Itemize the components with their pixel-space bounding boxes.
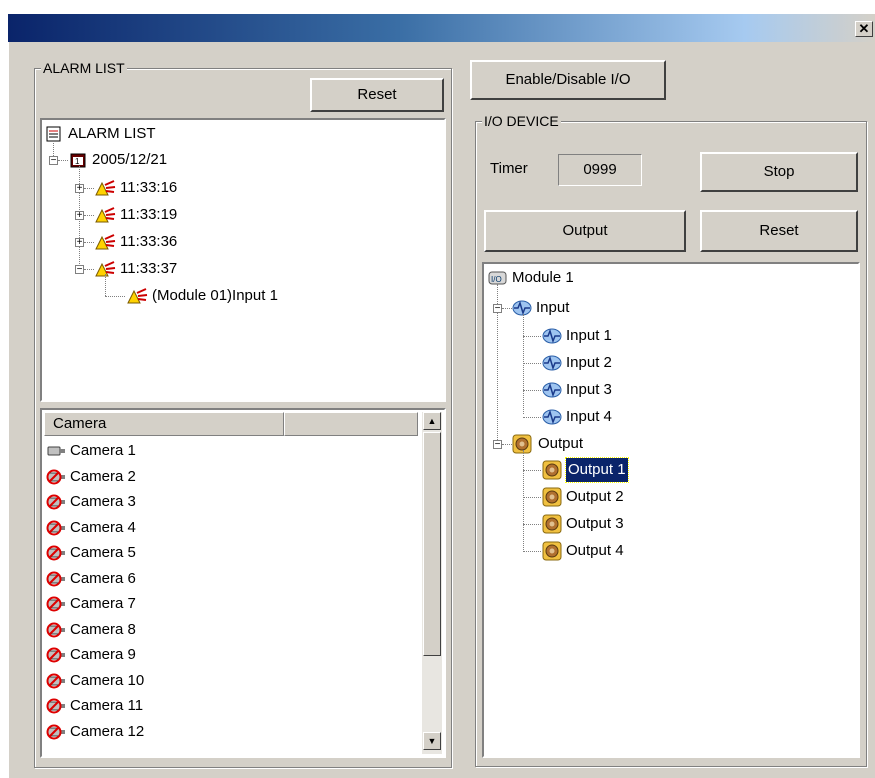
enable-disable-io-button[interactable]: Enable/Disable I/O xyxy=(470,60,666,100)
camera-label: Camera 7 xyxy=(70,595,136,612)
camera-disabled-icon xyxy=(46,647,65,663)
camera-disabled-icon xyxy=(46,545,65,561)
tree-node-label: Output 4 xyxy=(566,542,624,559)
tree-node-label: Input xyxy=(536,299,570,316)
expand-toggle[interactable]: + xyxy=(75,238,84,248)
collapse-toggle[interactable]: − xyxy=(75,265,84,275)
camera-disabled-icon xyxy=(46,698,65,714)
camera-label: Camera 8 xyxy=(70,620,136,638)
tree-node-label: 2005/12/21 xyxy=(92,151,168,168)
tree-node-label: Output 3 xyxy=(566,515,624,532)
alarm-list-group-title: ALARM LIST xyxy=(41,60,127,76)
output-button[interactable]: Output xyxy=(484,210,686,252)
timer-label: Timer xyxy=(490,160,528,177)
camera-disabled-icon xyxy=(46,494,65,510)
tree-node-label: (Module 01)Input 1 xyxy=(152,287,278,304)
camera-label: Camera 5 xyxy=(70,544,136,561)
camera-label: Camera 2 xyxy=(70,467,136,485)
tree-node-label: Output xyxy=(538,435,584,452)
close-button[interactable]: ✕ xyxy=(855,21,873,37)
expand-toggle[interactable]: + xyxy=(75,211,84,221)
camera-label: Camera 10 xyxy=(70,671,145,689)
camera-label: Camera 6 xyxy=(70,569,136,587)
collapse-toggle[interactable]: − xyxy=(49,156,58,166)
camera-list-scrollbar[interactable]: ▲ ▼ xyxy=(422,412,442,754)
scroll-thumb[interactable] xyxy=(423,432,441,656)
signal-icon xyxy=(542,382,562,398)
tree-node-label: 11:33:37 xyxy=(120,260,178,277)
camera-disabled-icon xyxy=(46,520,65,535)
camera-icon xyxy=(47,446,65,456)
tree-node-label: 11:33:16 xyxy=(120,179,178,196)
camera-label: Camera 12 xyxy=(70,722,145,740)
speaker-icon xyxy=(542,460,562,480)
io-module-icon: I/O xyxy=(488,271,507,285)
tree-node-label: Output 2 xyxy=(566,488,624,505)
tree-node-label: ALARM LIST xyxy=(68,125,156,142)
camera-disabled-icon xyxy=(46,673,65,688)
svg-text:1: 1 xyxy=(75,157,80,166)
alarm-reset-button[interactable]: Reset xyxy=(310,78,444,112)
title-bar[interactable]: ✕ xyxy=(8,14,875,42)
speaker-icon xyxy=(542,514,562,534)
signal-icon xyxy=(512,300,532,316)
io-device-group-title: I/O DEVICE xyxy=(482,113,561,129)
tree-node-label: Input 1 xyxy=(566,327,612,344)
tree-node-label: Input 2 xyxy=(566,354,612,371)
tree-node-label: 11:33:19 xyxy=(120,206,178,223)
stop-button[interactable]: Stop xyxy=(700,152,858,192)
camera-list[interactable]: Camera Camera 1 Camera 2 Camera 3 Camera 4 C… xyxy=(40,408,446,758)
camera-label: Camera 11 xyxy=(70,697,144,714)
alarm-icon xyxy=(95,180,116,196)
tree-node-label: Input 4 xyxy=(566,408,612,425)
speaker-icon xyxy=(542,487,562,507)
camera-label: Camera 4 xyxy=(70,518,136,536)
alarm-icon xyxy=(127,288,148,304)
tree-node-label: Input 3 xyxy=(566,381,612,398)
collapse-toggle[interactable]: − xyxy=(493,440,502,450)
signal-icon xyxy=(542,409,562,425)
camera-label: Camera 9 xyxy=(70,646,136,663)
speaker-icon xyxy=(512,434,532,454)
signal-icon xyxy=(542,355,562,371)
io-reset-button[interactable]: Reset xyxy=(700,210,858,252)
tree-node-label: 11:33:36 xyxy=(120,233,178,250)
tree-node-label: Output 1 xyxy=(565,457,629,483)
expand-toggle[interactable]: + xyxy=(75,184,84,194)
scroll-up-button[interactable]: ▲ xyxy=(423,412,441,430)
collapse-toggle[interactable]: − xyxy=(493,304,502,314)
column-header-blank[interactable] xyxy=(284,412,418,436)
alarm-tree[interactable]: ALARM LIST − 1 2005/12/21 + 11:33:16 + 1… xyxy=(40,118,446,402)
calendar-icon: 1 xyxy=(70,153,86,168)
list-icon xyxy=(46,126,61,142)
camera-disabled-icon xyxy=(46,596,65,612)
camera-disabled-icon xyxy=(46,571,65,586)
speaker-icon xyxy=(542,541,562,561)
svg-text:I/O: I/O xyxy=(491,275,502,284)
alarm-icon xyxy=(95,207,116,223)
camera-disabled-icon xyxy=(46,622,65,637)
tree-node-label: Module 1 xyxy=(512,269,574,286)
alarm-icon xyxy=(95,234,116,250)
io-tree[interactable]: I/O Module 1 − Input Input 1 Input 2 Input… xyxy=(482,262,860,758)
signal-icon xyxy=(542,328,562,344)
camera-column-header[interactable]: Camera xyxy=(44,412,284,436)
camera-disabled-icon xyxy=(46,724,65,739)
scroll-down-button[interactable]: ▼ xyxy=(423,732,441,750)
timer-field[interactable]: 0999 xyxy=(558,154,642,186)
camera-label: Camera 3 xyxy=(70,493,136,510)
camera-label: Camera 1 xyxy=(70,442,136,459)
camera-disabled-icon xyxy=(46,469,65,484)
